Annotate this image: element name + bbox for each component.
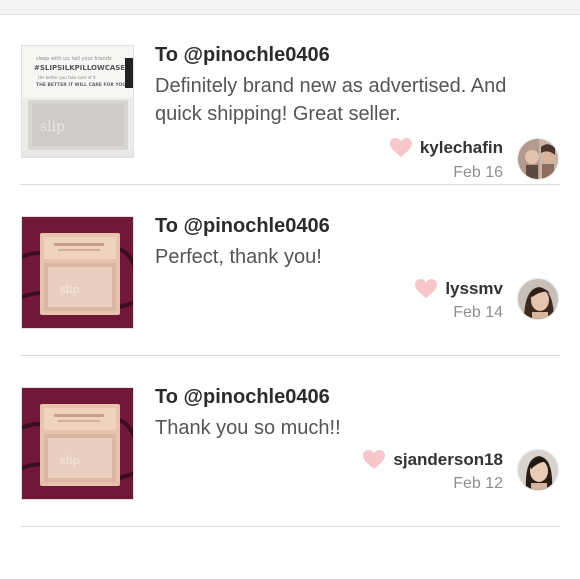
thumb-brand: slip	[60, 283, 80, 296]
review-recipient[interactable]: To @pinochle0406	[155, 215, 330, 238]
review-date: Feb 14	[453, 304, 503, 321]
review-feed: sleep with us; tell your friends #SLIPSI…	[0, 14, 580, 527]
heart-icon	[389, 138, 412, 158]
review-item: sleep with us; tell your friends #SLIPSI…	[0, 14, 580, 184]
avatar[interactable]	[517, 138, 559, 180]
review-recipient[interactable]: To @pinochle0406	[155, 386, 330, 409]
review-recipient[interactable]: To @pinochle0406	[155, 44, 330, 67]
heart-icon	[415, 279, 438, 299]
review-product-thumbnail[interactable]: slip	[21, 387, 134, 500]
review-text: Thank you so much!!	[155, 417, 341, 439]
top-bar	[0, 0, 580, 15]
author-username[interactable]: sjanderson18	[393, 450, 503, 470]
review-product-thumbnail[interactable]: slip	[21, 216, 134, 329]
thumb-caption: #SLIPSILKPILLOWCASE	[34, 64, 125, 72]
review-product-thumbnail[interactable]: sleep with us; tell your friends #SLIPSI…	[21, 45, 134, 158]
avatar[interactable]	[517, 278, 559, 320]
review-author[interactable]: lyssmv	[415, 279, 503, 299]
svg-text:sleep with us; tell your frien: sleep with us; tell your friends	[36, 56, 112, 62]
author-username[interactable]: kylechafin	[420, 138, 503, 158]
thumb-brand: slip	[40, 119, 65, 135]
review-date: Feb 16	[453, 164, 503, 181]
svg-text:the better you take care of it: the better you take care of it	[38, 75, 96, 80]
svg-text:THE BETTER IT WILL CARE FOR YO: THE BETTER IT WILL CARE FOR YOU	[36, 82, 126, 88]
review-author[interactable]: sjanderson18	[363, 450, 503, 470]
divider	[20, 526, 560, 527]
review-date: Feb 12	[453, 475, 503, 492]
heart-icon	[363, 450, 386, 470]
review-text: Perfect, thank you!	[155, 246, 322, 268]
review-item: slip To @pinochle0406 Thank you so much!…	[0, 356, 580, 526]
thumb-brand: slip	[60, 454, 80, 467]
review-author[interactable]: kylechafin	[389, 138, 503, 158]
author-username[interactable]: lyssmv	[445, 279, 503, 299]
review-item: slip To @pinochle0406 Perfect, thank you…	[0, 185, 580, 355]
avatar[interactable]	[517, 449, 559, 491]
review-text: Definitely brand new as advertised. And …	[155, 75, 507, 125]
